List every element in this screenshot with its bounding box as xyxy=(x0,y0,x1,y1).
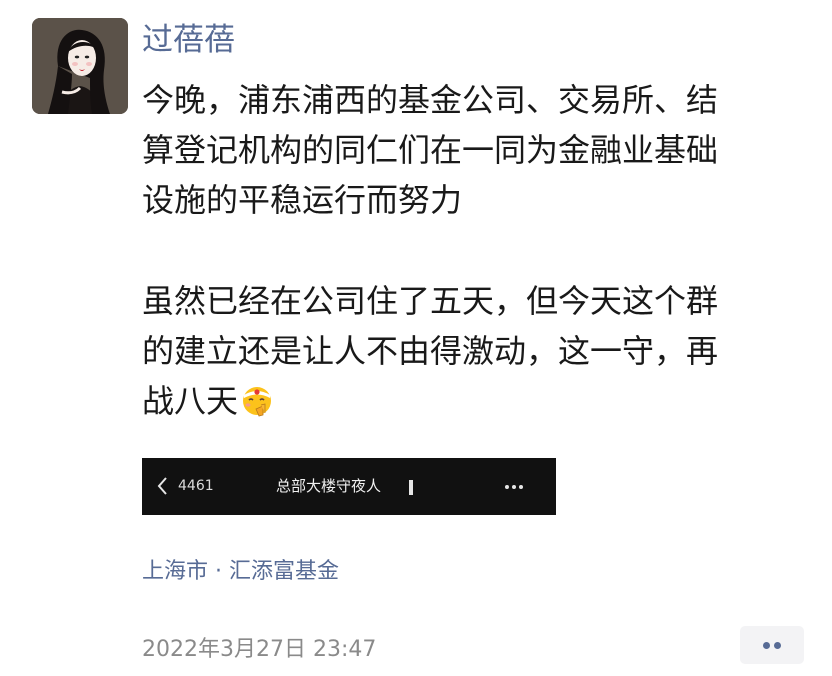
post-timestamp: 2022年3月27日 23:47 xyxy=(142,637,377,662)
avatar[interactable] xyxy=(32,18,128,114)
chevron-left-icon xyxy=(157,477,167,495)
group-chat-name: 总部大楼守夜人 xyxy=(276,477,382,495)
post-paragraph: 虽然已经在公司住了五天，但今天这个群 的建立还是让人不由得激动，这一守，再 战八… xyxy=(142,276,792,426)
post-text-line: 虽然已经在公司住了五天，但今天这个群 xyxy=(142,282,719,320)
post-text-line: 算登记机构的同仁们在一同为金融业基础 xyxy=(142,131,719,169)
comment-dots-icon xyxy=(774,642,781,649)
location-link[interactable]: 上海市 · 汇添富基金 xyxy=(142,557,339,587)
comment-like-button[interactable] xyxy=(740,626,804,664)
post-text-line: 设施的平稳运行而努力 xyxy=(142,181,463,219)
post-text-line: 今晚，浦东浦西的基金公司、交易所、结 xyxy=(142,81,719,119)
unread-count: 4461 xyxy=(178,478,214,494)
avatar-woman-illustration-icon xyxy=(32,18,128,114)
post-paragraph: 今晚，浦东浦西的基金公司、交易所、结 算登记机构的同仁们在一同为金融业基础 设施… xyxy=(142,75,792,225)
username-link[interactable]: 过蓓蓓 xyxy=(142,20,235,60)
comment-dots-icon xyxy=(763,642,770,649)
post-text-line: 战八天 xyxy=(142,382,239,420)
saluting-face-with-headband-icon xyxy=(240,383,274,417)
post-text-line: 的建立还是让人不由得激动，这一守，再 xyxy=(142,332,719,370)
text-cursor xyxy=(409,480,413,495)
group-chat-header-screenshot[interactable]: 4461 总部大楼守夜人 xyxy=(142,458,556,515)
more-dots-icon xyxy=(505,485,523,489)
post-text: 今晚，浦东浦西的基金公司、交易所、结 算登记机构的同仁们在一同为金融业基础 设施… xyxy=(142,75,792,426)
